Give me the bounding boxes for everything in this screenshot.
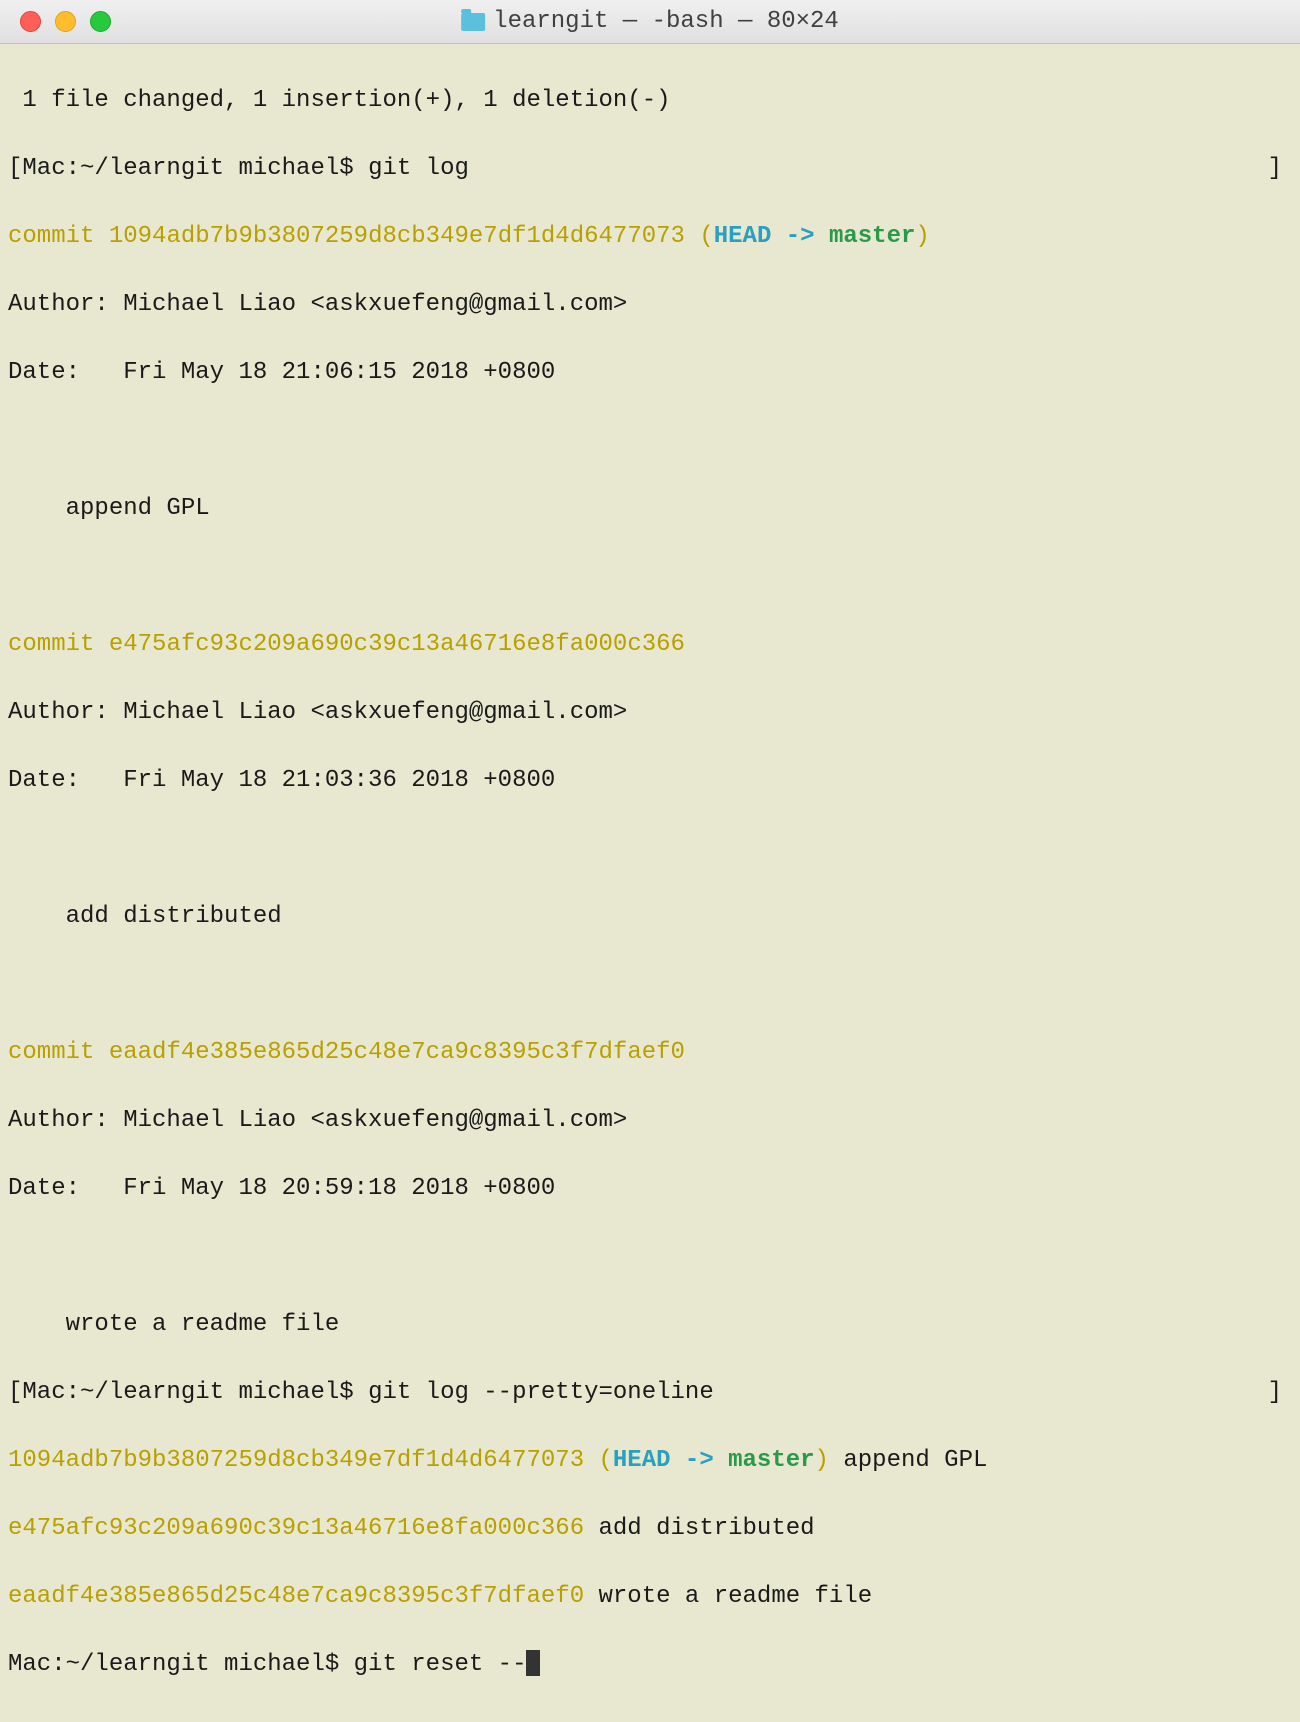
- cursor-icon: [526, 1650, 540, 1676]
- paren-open: (: [685, 223, 714, 250]
- oneline-entry: 1094adb7b9b3807259d8cb349e7df1d4d6477073…: [8, 1444, 1292, 1478]
- prompt-line: [Mac:~/learngit michael$ git log]: [8, 152, 1292, 186]
- commit-line: commit eaadf4e385e865d25c48e7ca9c8395c3f…: [8, 1036, 1292, 1070]
- prompt-line-current[interactable]: Mac:~/learngit michael$ git reset --: [8, 1648, 1292, 1682]
- branch-name: master: [829, 223, 915, 250]
- oneline-entry: e475afc93c209a690c39c13a46716e8fa000c366…: [8, 1512, 1292, 1546]
- commit-label: commit: [8, 1039, 109, 1066]
- paren-open: (: [584, 1447, 613, 1474]
- bracket-open: [: [8, 155, 22, 182]
- traffic-lights: [0, 11, 111, 32]
- paren-close: ): [915, 223, 929, 250]
- bracket-close: ]: [1268, 1376, 1292, 1410]
- terminal-content[interactable]: 1 file changed, 1 insertion(+), 1 deleti…: [0, 44, 1300, 1722]
- commit-message: add distributed: [584, 1515, 814, 1542]
- prompt-command: Mac:~/learngit michael$ git reset --: [8, 1651, 526, 1678]
- commit-message: append GPL: [8, 492, 1292, 526]
- commit-hash: 1094adb7b9b3807259d8cb349e7df1d4d6477073: [8, 1447, 584, 1474]
- blank-line: [8, 1240, 1292, 1274]
- head-ref: HEAD ->: [714, 223, 829, 250]
- commit-label: commit: [8, 223, 109, 250]
- commit-hash: e475afc93c209a690c39c13a46716e8fa000c366: [8, 1515, 584, 1542]
- commit-message: wrote a readme file: [8, 1308, 1292, 1342]
- paren-close: ): [815, 1447, 829, 1474]
- window-title-area: learngit — -bash — 80×24: [461, 8, 839, 35]
- commit-message: add distributed: [8, 900, 1292, 934]
- maximize-window-button[interactable]: [90, 11, 111, 32]
- commit-line: commit e475afc93c209a690c39c13a46716e8fa…: [8, 628, 1292, 662]
- minimize-window-button[interactable]: [55, 11, 76, 32]
- commit-hash: 1094adb7b9b3807259d8cb349e7df1d4d6477073: [109, 223, 685, 250]
- date-line: Date: Fri May 18 20:59:18 2018 +0800: [8, 1172, 1292, 1206]
- author-line: Author: Michael Liao <askxuefeng@gmail.c…: [8, 1104, 1292, 1138]
- blank-line: [8, 968, 1292, 1002]
- branch-name: master: [728, 1447, 814, 1474]
- commit-label: commit: [8, 631, 109, 658]
- date-line: Date: Fri May 18 21:03:36 2018 +0800: [8, 764, 1292, 798]
- bracket-open: [: [8, 1379, 22, 1406]
- prompt-command: Mac:~/learngit michael$ git log: [22, 155, 468, 182]
- commit-message: wrote a readme file: [584, 1583, 872, 1610]
- blank-line: [8, 832, 1292, 866]
- commit-line: commit 1094adb7b9b3807259d8cb349e7df1d4d…: [8, 220, 1292, 254]
- prompt-line: [Mac:~/learngit michael$ git log --prett…: [8, 1376, 1292, 1410]
- date-line: Date: Fri May 18 21:06:15 2018 +0800: [8, 356, 1292, 390]
- window-titlebar: learngit — -bash — 80×24: [0, 0, 1300, 44]
- window-title-text: learngit — -bash — 80×24: [493, 8, 839, 35]
- commit-hash: e475afc93c209a690c39c13a46716e8fa000c366: [109, 631, 685, 658]
- close-window-button[interactable]: [20, 11, 41, 32]
- author-line: Author: Michael Liao <askxuefeng@gmail.c…: [8, 288, 1292, 322]
- blank-line: [8, 560, 1292, 594]
- blank-line: [8, 424, 1292, 458]
- folder-icon: [461, 13, 485, 31]
- commit-message: append GPL: [829, 1447, 987, 1474]
- prompt-command: Mac:~/learngit michael$ git log --pretty…: [22, 1379, 713, 1406]
- author-line: Author: Michael Liao <askxuefeng@gmail.c…: [8, 696, 1292, 730]
- head-ref: HEAD ->: [613, 1447, 728, 1474]
- commit-hash: eaadf4e385e865d25c48e7ca9c8395c3f7dfaef0: [8, 1583, 584, 1610]
- bracket-close: ]: [1268, 152, 1292, 186]
- oneline-entry: eaadf4e385e865d25c48e7ca9c8395c3f7dfaef0…: [8, 1580, 1292, 1614]
- commit-hash: eaadf4e385e865d25c48e7ca9c8395c3f7dfaef0: [109, 1039, 685, 1066]
- output-line: 1 file changed, 1 insertion(+), 1 deleti…: [8, 84, 1292, 118]
